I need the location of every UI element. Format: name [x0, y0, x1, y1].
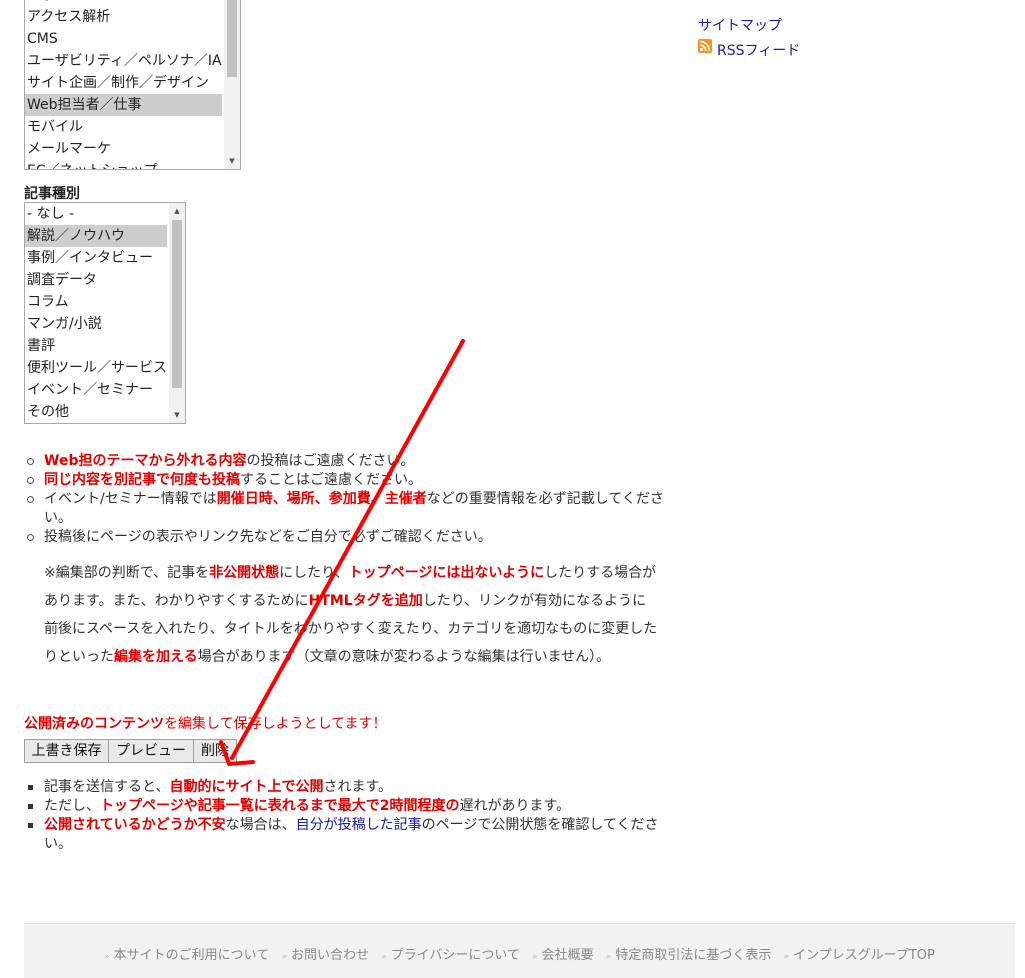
category-options: 記事 アクセス解析 CMS ユーザビリティ／ペルソナ／IA サイト企画／制作／デ…	[25, 0, 222, 169]
footer-link-company[interactable]: » 会社概要	[532, 948, 594, 963]
overwrite-save-button[interactable]: 上書き保存	[24, 739, 109, 763]
published-edit-warning: 公開済みのコンテンツを編集して保存しようとしてます！	[24, 716, 387, 732]
publish-notes: 記事を送信すると、自動的にサイト上で公開されます。 ただし、トップページや記事一…	[24, 778, 672, 854]
editorial-line: 前後にスペースを入れたり、タイトルをわかりやすく変えたり、カテゴリを適切なものに…	[44, 621, 658, 637]
article-type-option[interactable]: 便利ツール／サービス	[25, 357, 167, 379]
article-type-option-selected[interactable]: 解説／ノウハウ	[25, 225, 167, 247]
category-option[interactable]: サイト企画／制作／デザイン	[25, 72, 222, 94]
category-option[interactable]: CMS	[25, 28, 222, 50]
article-type-option[interactable]: その他	[25, 401, 167, 423]
footer-link-commerce-law[interactable]: » 特定商取引法に基づく表示	[606, 948, 772, 963]
article-type-option[interactable]: - なし -	[25, 203, 167, 225]
category-option-selected[interactable]: Web担当者／仕事	[25, 94, 222, 116]
article-type-option[interactable]: イベント／セミナー	[25, 379, 167, 401]
scroll-down-arrow-icon[interactable]: ▼	[169, 409, 185, 421]
article-type-option[interactable]: 事例／インタビュー	[25, 247, 167, 269]
article-type-label: 記事種別	[24, 186, 80, 202]
article-type-option[interactable]: コラム	[25, 291, 167, 313]
footer-link-terms[interactable]: » 本サイトのご利用について	[104, 948, 269, 963]
article-type-option[interactable]: 書評	[25, 335, 167, 357]
article-type-scrollbar[interactable]: ▲ ▼	[169, 203, 185, 423]
editorial-line: ※編集部の判断で、記事を非公開状態にしたり、トップページには出ないようにしたりす…	[44, 565, 657, 581]
footer-link-privacy[interactable]: » プライバシーについて	[381, 948, 520, 963]
category-option[interactable]: モバイル	[25, 116, 222, 138]
category-option[interactable]: アクセス解析	[25, 6, 222, 28]
delete-button[interactable]: 削除	[193, 739, 237, 763]
publish-note-item: ただし、トップページや記事一覧に表れるまで最大で2時間程度の遅れがあります。	[24, 797, 672, 816]
scroll-up-arrow-icon[interactable]: ▲	[169, 205, 185, 217]
guideline-item: 同じ内容を別記事で何度も投稿することはご遠慮ください。	[24, 471, 672, 490]
posting-guidelines: Web担のテーマから外れる内容の投稿はご遠慮ください。 同じ内容を別記事で何度も…	[24, 452, 672, 547]
rss-icon	[698, 39, 712, 53]
article-type-option[interactable]: 調査データ	[25, 269, 167, 291]
footer-link-contact[interactable]: » お問い合わせ	[281, 948, 369, 963]
article-type-options: - なし - 解説／ノウハウ 事例／インタビュー 調査データ コラム マンガ/小…	[25, 203, 167, 423]
category-option[interactable]: ユーザビリティ／ペルソナ／IA	[25, 50, 222, 72]
guideline-item: 投稿後にページの表示やリンク先などをご自分で必ずご確認ください。	[24, 528, 672, 547]
footer-link-impress-group[interactable]: » インプレスグループTOP	[783, 948, 934, 963]
my-posts-link[interactable]: 自分が投稿した記事	[296, 817, 422, 833]
category-scrollbar[interactable]: ▼	[224, 0, 240, 169]
category-option[interactable]: EC／ネットショップ	[25, 160, 222, 169]
preview-button[interactable]: プレビュー	[108, 739, 194, 763]
scroll-down-arrow-icon[interactable]: ▼	[224, 155, 240, 167]
guideline-item: Web担のテーマから外れる内容の投稿はご遠慮ください。	[24, 452, 672, 471]
category-option[interactable]: メールマーケ	[25, 138, 222, 160]
article-type-option[interactable]: マンガ/小説	[25, 313, 167, 335]
editorial-line: りといった編集を加える場合があります（文章の意味が変わるような編集は行いません）…	[44, 649, 611, 665]
publish-note-item: 記事を送信すると、自動的にサイト上で公開されます。	[24, 778, 672, 797]
category-scrollbar-thumb[interactable]	[227, 0, 237, 77]
footer: » 本サイトのご利用について » お問い合わせ » プライバシーについて » 会社概要 …	[24, 923, 1015, 978]
rss-feed-link[interactable]: RSSフィード	[717, 40, 800, 60]
publish-note-item: 公開されているかどうか不安な場合は、自分が投稿した記事のページで公開状態を確認し…	[24, 816, 672, 854]
category-listbox[interactable]: 記事 アクセス解析 CMS ユーザビリティ／ペルソナ／IA サイト企画／制作／デ…	[24, 0, 241, 170]
footer-links: » 本サイトのご利用について » お問い合わせ » プライバシーについて » 会社概要 …	[24, 944, 1015, 963]
article-type-scrollbar-thumb[interactable]	[172, 220, 182, 388]
editorial-line: あります。また、わかりやすくするためにHTMLタグを追加したり、リンクが有効にな…	[44, 593, 647, 609]
editorial-notice: ※編集部の判断で、記事を非公開状態にしたり、トップページには出ないようにしたりす…	[44, 559, 684, 671]
sitemap-link[interactable]: サイトマップ	[698, 15, 782, 35]
guideline-item: イベント/セミナー情報では開催日時、場所、参加費、主催者などの重要情報を必ず記載…	[24, 490, 672, 528]
article-type-listbox[interactable]: - なし - 解説／ノウハウ 事例／インタビュー 調査データ コラム マンガ/小…	[24, 202, 186, 424]
